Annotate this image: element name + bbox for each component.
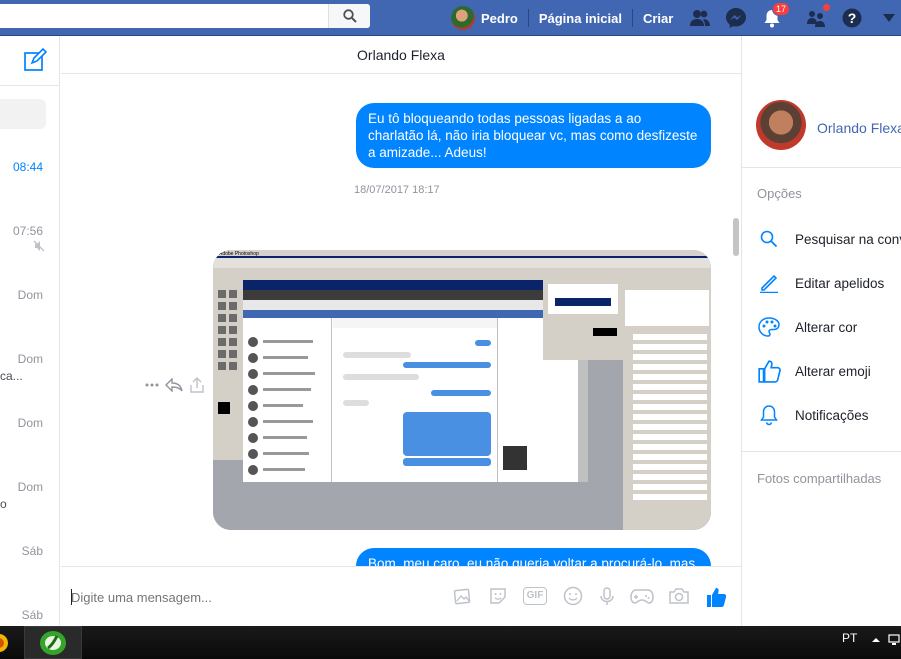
app-icon[interactable] (0, 632, 8, 654)
create-link[interactable]: Criar (643, 11, 673, 26)
friends-icon (690, 10, 710, 26)
more-options-icon[interactable] (145, 383, 159, 387)
avatar (451, 6, 475, 30)
gif-icon: GIF (522, 587, 548, 605)
caret-down-icon (883, 14, 895, 22)
help-icon: ? (842, 8, 862, 28)
notifications-count-badge: 17 (771, 2, 790, 16)
svg-text:?: ? (848, 10, 857, 26)
message-composer: GIF (61, 566, 741, 626)
contact-name[interactable]: Orlando Flexa (817, 120, 901, 136)
conversation-title[interactable]: Orlando Flexa (357, 47, 445, 63)
pencil-icon (760, 274, 778, 293)
network-icon[interactable] (888, 634, 901, 646)
search-box[interactable] (0, 4, 370, 28)
new-dot-badge (822, 3, 831, 12)
taskbar-app-button[interactable] (24, 626, 82, 659)
conversation-time[interactable]: Dom (18, 480, 43, 494)
sticker-icon (490, 588, 506, 604)
photo-caption: Adobe Photoshop (219, 251, 259, 257)
home-link[interactable]: Página inicial (539, 11, 622, 26)
conversation-time[interactable]: 08:44 (13, 160, 43, 174)
new-message-button[interactable] (23, 47, 48, 77)
dreamweaver-icon (40, 630, 66, 655)
bell-icon (760, 405, 778, 426)
message-input[interactable] (71, 587, 431, 607)
messenger-button[interactable] (724, 6, 748, 30)
thumbs-up-icon (758, 360, 781, 383)
conversation-time[interactable]: Sáb (22, 608, 43, 622)
options-title[interactable]: Opções (757, 186, 802, 201)
add-photos-button[interactable] (451, 585, 473, 607)
conversation-details-panel: Orlando Flexa Opções Pesquisar na conver… (741, 36, 901, 626)
top-navigation-bar: Pedro Página inicial Criar 17 ? (0, 0, 901, 36)
message-actions (145, 377, 205, 393)
option-label: Alterar emoji (795, 363, 871, 379)
emoji-button[interactable] (562, 585, 584, 607)
conversation-time[interactable]: Dom (18, 288, 43, 302)
change-emoji-option[interactable]: Alterar emoji (757, 359, 871, 383)
send-like-button[interactable] (704, 585, 728, 609)
compose-icon (24, 47, 48, 71)
conversation-list: 08:44 07:56 Dom Dom ca... Dom Dom o Sáb … (0, 36, 60, 626)
shared-photo-message[interactable]: Adobe Photoshop (213, 250, 711, 530)
message-timestamp: 18/07/2017 18:17 (354, 184, 440, 196)
gif-button[interactable]: GIF (521, 585, 549, 607)
conversation-snippet: o (0, 497, 7, 511)
conversation-header: Orlando Flexa (61, 36, 741, 74)
conversation-time[interactable]: Dom (18, 416, 43, 430)
notifications-option[interactable]: Notificações (757, 403, 869, 427)
option-label: Notificações (795, 407, 869, 423)
message-list[interactable]: Eu tô bloqueando todas pessoas ligadas a… (61, 74, 741, 566)
games-button[interactable] (629, 585, 655, 607)
photos-icon (453, 588, 471, 605)
friend-requests-button[interactable] (688, 6, 712, 30)
option-label: Pesquisar na conversa (795, 231, 901, 247)
camera-icon (669, 588, 689, 604)
messenger-icon (726, 8, 746, 28)
conversation-snippet: ca... (0, 369, 23, 383)
message-scrollbar[interactable] (733, 218, 739, 256)
selected-conversation-highlight[interactable] (0, 99, 46, 129)
user-name: Pedro (481, 10, 518, 26)
game-controller-icon (630, 589, 654, 604)
message-bubble[interactable]: Eu tô bloqueando todas pessoas ligadas a… (356, 103, 711, 168)
search-button[interactable] (328, 4, 370, 28)
conversation-panel: Orlando Flexa Eu tô bloqueando todas pes… (61, 36, 741, 626)
option-label: Alterar cor (795, 319, 858, 335)
conversation-time[interactable]: 07:56 (13, 224, 43, 238)
windows-taskbar: PT (0, 626, 901, 659)
muted-icon (33, 240, 45, 252)
microphone-icon (600, 587, 614, 605)
share-icon[interactable] (189, 377, 205, 393)
photoshop-screenshot-image: Adobe Photoshop (213, 250, 711, 530)
thumbs-up-icon (707, 588, 727, 607)
shared-photos-title[interactable]: Fotos compartilhadas (757, 471, 881, 486)
contact-profile: Orlando Flexa (742, 36, 901, 168)
edit-nicknames-option[interactable]: Editar apelidos (757, 271, 884, 295)
change-color-option[interactable]: Alterar cor (757, 315, 857, 339)
notifications-button[interactable]: 17 (760, 2, 790, 30)
account-menu-button[interactable] (877, 6, 901, 30)
conversation-time[interactable]: Dom (18, 352, 43, 366)
tray-arrow-icon[interactable] (872, 636, 880, 644)
conversation-list-header (0, 36, 59, 86)
search-icon (342, 9, 357, 23)
emoji-icon (563, 586, 583, 606)
conversation-time[interactable]: Sáb (22, 544, 43, 558)
profile-link[interactable]: Pedro Página inicial Criar (451, 0, 673, 36)
search-in-conversation-option[interactable]: Pesquisar na conversa (757, 227, 901, 251)
search-icon (760, 230, 778, 248)
help-button[interactable]: ? (840, 6, 864, 30)
voice-clip-button[interactable] (596, 585, 618, 607)
shortcuts-button[interactable] (805, 3, 831, 30)
stickers-button[interactable] (487, 585, 509, 607)
option-label: Editar apelidos (795, 275, 885, 291)
message-bubble[interactable]: Bom, meu caro, eu não queria voltar a pr… (356, 548, 711, 566)
palette-icon (758, 317, 780, 337)
contact-avatar[interactable] (756, 100, 806, 150)
camera-button[interactable] (667, 585, 691, 607)
input-language-indicator[interactable]: PT (842, 631, 857, 645)
reply-icon[interactable] (165, 378, 183, 392)
